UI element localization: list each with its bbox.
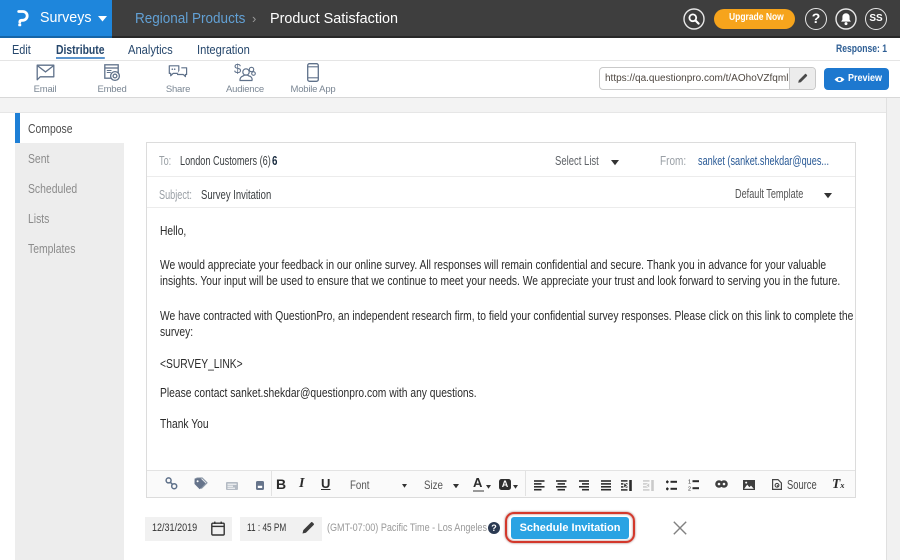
svg-text:$: $ — [234, 62, 242, 76]
svg-text:2: 2 — [688, 487, 691, 491]
svg-text:1: 1 — [688, 480, 691, 486]
